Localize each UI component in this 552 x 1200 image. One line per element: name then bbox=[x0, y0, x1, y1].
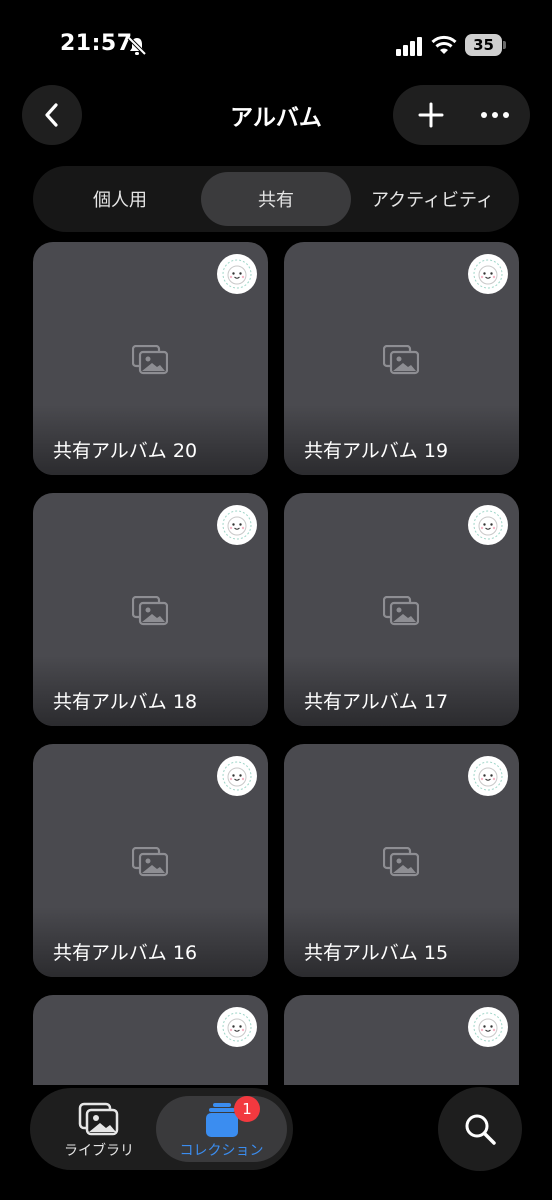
photo-placeholder-icon bbox=[132, 847, 168, 877]
tab-library-label: ライブラリ bbox=[64, 1143, 134, 1159]
avatar bbox=[468, 505, 508, 545]
album-name: 共有アルバム 20 bbox=[53, 440, 198, 462]
avatar bbox=[217, 254, 257, 294]
avatar bbox=[217, 756, 257, 796]
avatar bbox=[468, 254, 508, 294]
avatar bbox=[468, 1007, 508, 1047]
photo-placeholder-icon bbox=[132, 596, 168, 626]
album-card[interactable] bbox=[33, 995, 268, 1085]
tab-collection-label: コレクション bbox=[179, 1143, 264, 1159]
album-card[interactable]: 共有アルバム 17 bbox=[284, 493, 519, 726]
avatar bbox=[217, 505, 257, 545]
album-name: 共有アルバム 19 bbox=[304, 440, 449, 462]
album-card[interactable]: 共有アルバム 19 bbox=[284, 242, 519, 475]
album-name: 共有アルバム 17 bbox=[304, 691, 449, 713]
tab-bar: ライブラリ 1 コレクション bbox=[30, 1088, 293, 1170]
search-button[interactable] bbox=[438, 1087, 522, 1171]
notification-badge: 1 bbox=[234, 1096, 260, 1122]
photo-placeholder-icon bbox=[383, 847, 419, 877]
album-name: 共有アルバム 18 bbox=[53, 691, 198, 713]
album-card[interactable]: 共有アルバム 20 bbox=[33, 242, 268, 475]
magnifying-glass-icon bbox=[465, 1114, 496, 1145]
album-card[interactable]: 共有アルバム 16 bbox=[33, 744, 268, 977]
photo-placeholder-icon bbox=[383, 596, 419, 626]
screen: 21:57 35 アルバム 個人用 共有 アクティビティ 共有アルバム 20 共… bbox=[0, 0, 552, 1200]
album-grid: 共有アルバム 20 共有アルバム 19 共有アルバム 18 共有アルバム 17 … bbox=[0, 0, 552, 1085]
tab-collection[interactable]: 1 コレクション bbox=[156, 1096, 287, 1162]
photo-library-icon bbox=[78, 1102, 119, 1136]
photo-placeholder-icon bbox=[132, 345, 168, 375]
tab-library[interactable]: ライブラリ bbox=[40, 1096, 158, 1162]
album-card[interactable]: 共有アルバム 15 bbox=[284, 744, 519, 977]
album-name: 共有アルバム 15 bbox=[304, 942, 449, 964]
album-card[interactable] bbox=[284, 995, 519, 1085]
photo-placeholder-icon bbox=[383, 345, 419, 375]
avatar bbox=[468, 756, 508, 796]
album-card[interactable]: 共有アルバム 18 bbox=[33, 493, 268, 726]
album-name: 共有アルバム 16 bbox=[53, 942, 198, 964]
avatar bbox=[217, 1007, 257, 1047]
